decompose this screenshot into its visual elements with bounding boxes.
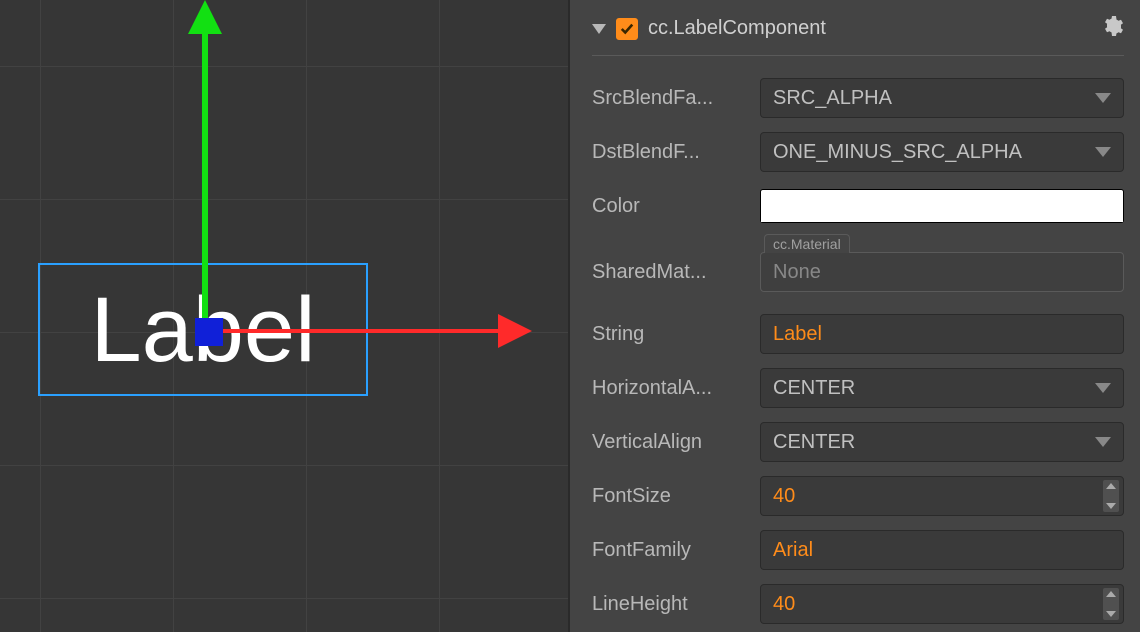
dropdown-value: CENTER bbox=[773, 431, 855, 454]
gizmo-x-axis[interactable] bbox=[210, 329, 500, 333]
scene-viewport[interactable]: Label bbox=[0, 0, 568, 632]
prop-horizontal-align: HorizontalA... CENTER bbox=[592, 368, 1124, 408]
chevron-down-icon bbox=[1095, 93, 1111, 103]
reference-value: None bbox=[773, 261, 821, 284]
number-spinner[interactable] bbox=[1103, 588, 1119, 620]
inspector-panel: cc.LabelComponent SrcBlendFa... SRC_ALPH… bbox=[568, 0, 1140, 632]
prop-vertical-align: VerticalAlign CENTER bbox=[592, 422, 1124, 462]
gizmo-x-arrowhead bbox=[498, 314, 532, 348]
chevron-down-icon bbox=[1095, 383, 1111, 393]
dropdown-value: CENTER bbox=[773, 377, 855, 400]
dropdown-value: SRC_ALPHA bbox=[773, 87, 892, 110]
color-alpha-bar bbox=[761, 216, 1123, 222]
line-height-input[interactable]: 40 bbox=[760, 584, 1124, 624]
prop-shared-material: SharedMat... cc.Material None bbox=[592, 252, 1124, 292]
input-value: 40 bbox=[773, 485, 795, 508]
prop-label: SrcBlendFa... bbox=[592, 87, 760, 110]
dropdown-value: ONE_MINUS_SRC_ALPHA bbox=[773, 141, 1022, 164]
input-value: 40 bbox=[773, 593, 795, 616]
prop-label: Color bbox=[592, 195, 760, 218]
spinner-down-icon bbox=[1106, 611, 1116, 617]
horizontal-align-dropdown[interactable]: CENTER bbox=[760, 368, 1124, 408]
component-title: cc.LabelComponent bbox=[648, 17, 826, 40]
component-enabled-checkbox[interactable] bbox=[616, 18, 638, 40]
prop-label: FontSize bbox=[592, 485, 760, 508]
chevron-down-icon bbox=[1095, 437, 1111, 447]
input-value: Label bbox=[773, 323, 822, 346]
string-input[interactable]: Label bbox=[760, 314, 1124, 354]
shared-material-reference[interactable]: None bbox=[760, 252, 1124, 292]
font-size-input[interactable]: 40 bbox=[760, 476, 1124, 516]
chevron-down-icon bbox=[1095, 147, 1111, 157]
prop-label: DstBlendF... bbox=[592, 141, 760, 164]
prop-font-size: FontSize 40 bbox=[592, 476, 1124, 516]
prop-string: String Label bbox=[592, 314, 1124, 354]
prop-label: String bbox=[592, 323, 760, 346]
prop-dst-blend-factor: DstBlendF... ONE_MINUS_SRC_ALPHA bbox=[592, 132, 1124, 172]
vertical-align-dropdown[interactable]: CENTER bbox=[760, 422, 1124, 462]
dst-blend-factor-dropdown[interactable]: ONE_MINUS_SRC_ALPHA bbox=[760, 132, 1124, 172]
prop-line-height: LineHeight 40 bbox=[592, 584, 1124, 624]
prop-font-family: FontFamily Arial bbox=[592, 530, 1124, 570]
spinner-up-icon bbox=[1106, 591, 1116, 597]
prop-label: LineHeight bbox=[592, 593, 760, 616]
color-swatch[interactable] bbox=[760, 189, 1124, 223]
component-header[interactable]: cc.LabelComponent bbox=[592, 10, 1124, 56]
prop-label: FontFamily bbox=[592, 539, 760, 562]
gizmo-origin-handle[interactable] bbox=[195, 318, 223, 346]
prop-color: Color bbox=[592, 186, 1124, 226]
gizmo-y-axis[interactable] bbox=[202, 28, 208, 333]
prop-src-blend-factor: SrcBlendFa... SRC_ALPHA bbox=[592, 78, 1124, 118]
gear-icon[interactable] bbox=[1100, 14, 1124, 43]
reference-type-tab: cc.Material bbox=[764, 234, 850, 253]
input-value: Arial bbox=[773, 539, 813, 562]
spinner-up-icon bbox=[1106, 483, 1116, 489]
disclosure-triangle-icon[interactable] bbox=[592, 24, 606, 34]
prop-label: HorizontalA... bbox=[592, 377, 760, 400]
src-blend-factor-dropdown[interactable]: SRC_ALPHA bbox=[760, 78, 1124, 118]
gizmo-y-arrowhead bbox=[188, 0, 222, 34]
prop-label: SharedMat... bbox=[592, 261, 760, 284]
prop-label: VerticalAlign bbox=[592, 431, 760, 454]
number-spinner[interactable] bbox=[1103, 480, 1119, 512]
spinner-down-icon bbox=[1106, 503, 1116, 509]
font-family-input[interactable]: Arial bbox=[760, 530, 1124, 570]
